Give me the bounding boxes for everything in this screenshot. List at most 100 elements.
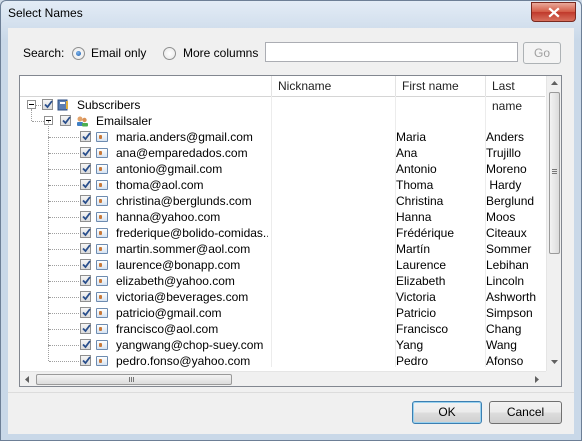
- contact-email: elizabeth@yahoo.com: [116, 274, 235, 288]
- contact-email: patricio@gmail.com: [116, 306, 222, 320]
- tree-line: [48, 217, 50, 233]
- contact-card-icon: [96, 260, 108, 270]
- contact-last-name: Moos: [486, 210, 516, 224]
- contact-last-name: Hardy: [486, 178, 522, 192]
- tree-line: [49, 185, 79, 187]
- contact-card-icon: [96, 196, 108, 206]
- contact-row[interactable]: frederique@bolido-comidas.... Frédérique C…: [20, 217, 545, 241]
- contact-checkbox[interactable]: [80, 275, 91, 286]
- contact-row[interactable]: yangwang@chop-suey.com Yang Wang: [20, 329, 545, 353]
- contact-row[interactable]: francisco@aol.com Francisco Chang: [20, 313, 545, 337]
- more-columns-label[interactable]: More columns: [183, 46, 258, 60]
- horizontal-scrollbar[interactable]: [20, 371, 546, 386]
- names-tree[interactable]: Nickname First name Last name Subscriber…: [19, 75, 562, 387]
- contact-first-name: Martín: [396, 242, 431, 256]
- contact-last-name: Chang: [486, 322, 522, 336]
- tree-group-row[interactable]: Emailsaler: [20, 109, 545, 129]
- go-button[interactable]: Go: [523, 42, 561, 64]
- contact-checkbox[interactable]: [80, 355, 91, 366]
- contact-email: laurence@bonapp.com: [116, 258, 241, 272]
- header-first-name[interactable]: First name: [395, 76, 485, 96]
- scroll-down-icon[interactable]: [551, 360, 558, 364]
- cancel-button[interactable]: Cancel: [489, 401, 562, 424]
- contact-row[interactable]: pedro.fonso@yahoo.com Pedro Afonso: [20, 345, 545, 369]
- contact-checkbox[interactable]: [80, 259, 91, 270]
- horizontal-scroll-thumb[interactable]: [36, 374, 232, 385]
- contact-row[interactable]: victoria@beverages.com Victoria Ashworth: [20, 281, 545, 305]
- contact-last-name: Berglund: [486, 194, 535, 208]
- contact-row[interactable]: thoma@aol.com Thoma Hardy: [20, 169, 545, 193]
- tree-line: [48, 329, 50, 345]
- contact-email: antonio@gmail.com: [116, 162, 223, 176]
- contact-card-icon: [96, 132, 108, 142]
- vertical-scroll-thumb[interactable]: [549, 92, 560, 254]
- contact-checkbox[interactable]: [80, 195, 91, 206]
- email-only-label[interactable]: Email only: [91, 46, 146, 60]
- contact-row[interactable]: antonio@gmail.com Antonio Moreno: [20, 153, 545, 177]
- search-label: Search:: [23, 46, 65, 60]
- contact-checkbox[interactable]: [80, 227, 91, 238]
- subscribers-checkbox[interactable]: [42, 99, 53, 110]
- contact-email: martin.sommer@aol.com: [116, 242, 251, 256]
- header-email[interactable]: [20, 76, 271, 96]
- tree-line: [49, 249, 79, 251]
- tree-line: [49, 361, 79, 363]
- contact-row[interactable]: laurence@bonapp.com Laurence Lebihan: [20, 249, 545, 273]
- search-input[interactable]: [265, 42, 518, 62]
- contact-row[interactable]: elizabeth@yahoo.com Elizabeth Lincoln: [20, 265, 545, 289]
- contact-email: maria.anders@gmail.com: [116, 130, 253, 144]
- contact-first-name: Christina: [396, 194, 444, 208]
- contact-last-name: Ashworth: [486, 290, 537, 304]
- contact-row[interactable]: martin.sommer@aol.com Martín Sommer: [20, 233, 545, 257]
- tree-root-row[interactable]: Subscribers: [20, 97, 545, 113]
- contact-checkbox[interactable]: [80, 339, 91, 350]
- contact-email: pedro.fonso@yahoo.com: [116, 354, 251, 368]
- contact-row[interactable]: maria.anders@gmail.com Maria Anders: [20, 121, 545, 145]
- contact-last-name: Trujillo: [486, 146, 521, 160]
- contact-checkbox[interactable]: [80, 211, 91, 222]
- contact-row[interactable]: patricio@gmail.com Patricio Simpson: [20, 297, 545, 321]
- contact-last-name: Afonso: [486, 354, 524, 368]
- collapse-toggle[interactable]: [27, 100, 36, 109]
- contact-first-name: Antonio: [396, 162, 437, 176]
- contact-card-icon: [96, 292, 108, 302]
- scroll-right-icon[interactable]: [535, 376, 539, 383]
- scroll-up-icon[interactable]: [551, 81, 558, 85]
- contact-email: hanna@yahoo.com: [116, 210, 221, 224]
- close-icon: [547, 6, 560, 18]
- contact-checkbox[interactable]: [80, 163, 91, 174]
- contact-checkbox[interactable]: [80, 179, 91, 190]
- tree-line: [49, 217, 79, 219]
- tree-line: [48, 297, 50, 313]
- contact-email: thoma@aol.com: [116, 178, 204, 192]
- ok-button[interactable]: OK: [412, 401, 482, 424]
- vertical-scrollbar[interactable]: [546, 76, 561, 371]
- emailsaler-label: Emailsaler: [96, 114, 153, 128]
- header-nickname[interactable]: Nickname: [271, 76, 395, 96]
- close-button[interactable]: [531, 2, 576, 22]
- header-last-name[interactable]: Last name: [485, 76, 546, 113]
- email-only-radio[interactable]: [72, 47, 85, 60]
- contact-checkbox[interactable]: [80, 307, 91, 318]
- contact-checkbox[interactable]: [80, 291, 91, 302]
- contact-last-name: Anders: [486, 130, 525, 144]
- contact-first-name: Maria: [396, 130, 427, 144]
- scroll-left-icon[interactable]: [25, 376, 29, 383]
- tree-line: [48, 281, 50, 297]
- title-bar[interactable]: Select Names: [1, 1, 581, 25]
- contact-card-icon: [96, 180, 108, 190]
- contact-checkbox[interactable]: [80, 147, 91, 158]
- contact-checkbox[interactable]: [80, 323, 91, 334]
- tree-line: [48, 201, 50, 217]
- contact-first-name: Yang: [396, 338, 424, 352]
- contact-checkbox[interactable]: [80, 243, 91, 254]
- tree-line: [48, 313, 50, 329]
- contact-row[interactable]: hanna@yahoo.com Hanna Moos: [20, 201, 545, 225]
- contact-checkbox[interactable]: [80, 131, 91, 142]
- emailsaler-checkbox[interactable]: [60, 115, 71, 126]
- contact-row[interactable]: ana@emparedados.com Ana Trujillo: [20, 137, 545, 161]
- more-columns-radio[interactable]: [163, 47, 176, 60]
- contact-row[interactable]: christina@berglunds.com Christina Berglund: [20, 185, 545, 209]
- contact-first-name: Elizabeth: [396, 274, 446, 288]
- tree-line: [49, 345, 79, 347]
